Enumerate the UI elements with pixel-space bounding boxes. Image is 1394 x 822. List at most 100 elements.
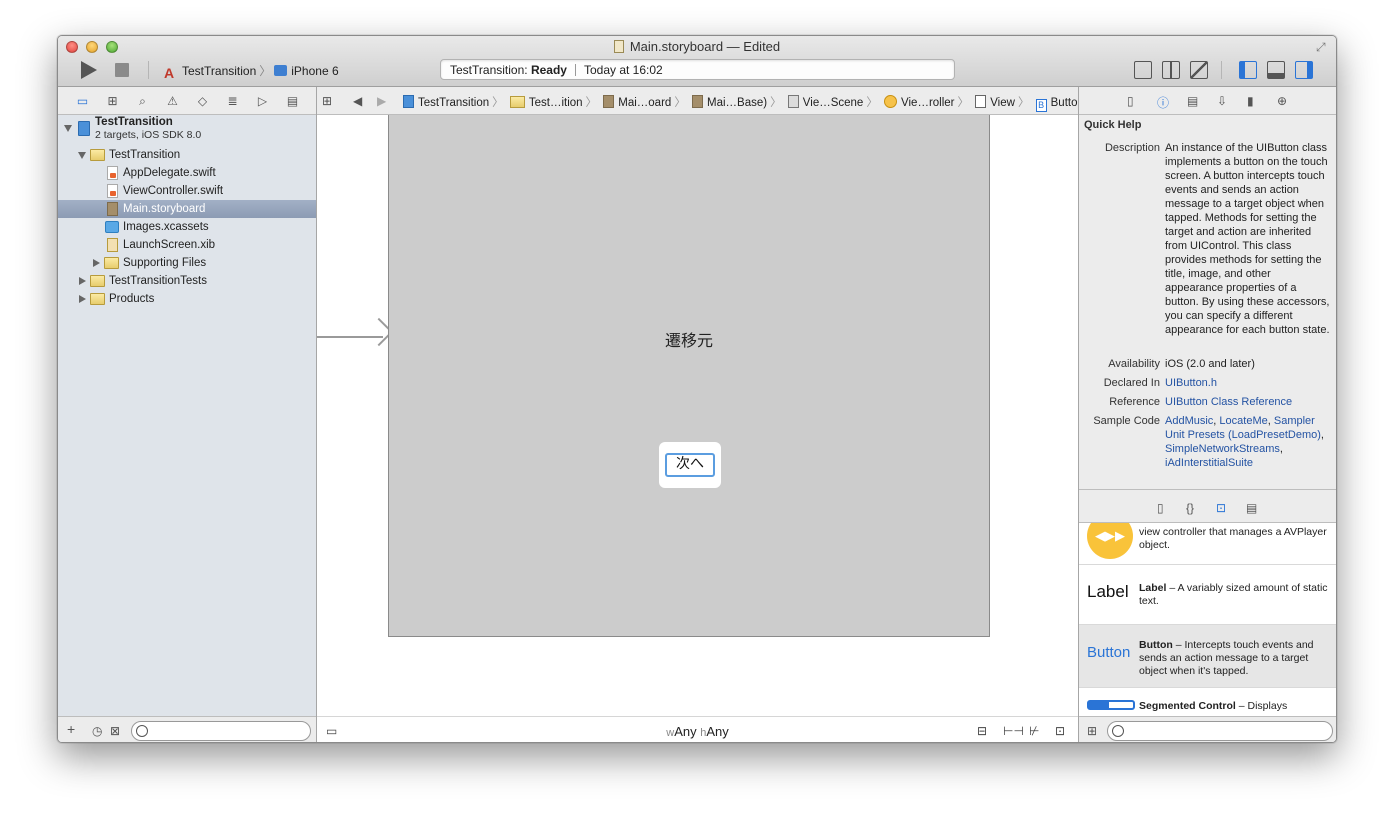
tree-row-file[interactable]: AppDelegate.swift — [58, 164, 316, 182]
identity-inspector-icon[interactable]: ▤ — [1187, 94, 1198, 108]
swift-file-icon — [107, 184, 118, 198]
sample-link[interactable]: SimpleNetworkStreams — [1165, 443, 1280, 455]
object-library-icon[interactable]: ⊡ — [1216, 501, 1226, 515]
breadcrumb-item[interactable]: Mai…Base) 〉 — [692, 94, 782, 110]
label-thumb: Label — [1087, 582, 1129, 601]
resizing-icon[interactable]: ⊡ — [1055, 724, 1065, 738]
avplayer-icon: ◀▶▶ — [1087, 523, 1133, 559]
size-inspector-icon[interactable]: ▮ — [1247, 94, 1254, 108]
navigator-tabs: ▭ ⊞ ⌕ ⚠ ◇ ≣ ▷ ▤ — [58, 87, 316, 115]
titlebar: Main.storyboard — Edited ⤢ A TestTransiti… — [58, 36, 1336, 87]
breadcrumb-item[interactable]: Vie…roller 〉 — [884, 94, 969, 110]
breadcrumb-item[interactable]: Mai…oard 〉 — [603, 94, 686, 110]
breadcrumb-item[interactable]: TestTransition 〉 — [403, 94, 504, 110]
tree-row-folder[interactable]: Supporting Files — [58, 254, 316, 272]
fullscreen-icon[interactable]: ⤢ — [1316, 40, 1330, 54]
tree-row-folder[interactable]: TestTransitionTests — [58, 272, 316, 290]
forward-arrow-icon[interactable]: ▶ — [377, 94, 386, 108]
recent-files-icon[interactable]: ◷ — [92, 724, 102, 738]
interface-builder-editor: ⊞ ◀ ▶ TestTransition 〉 Test…ition 〉 Mai…oa… — [317, 87, 1084, 742]
library-filter-bar: ⊞ — [1079, 716, 1336, 742]
tree-row-folder[interactable]: Products — [58, 290, 316, 308]
sample-link[interactable]: AddMusic — [1165, 415, 1213, 427]
assistant-editor-icon[interactable] — [1162, 61, 1180, 79]
disclosure-right-icon[interactable] — [79, 295, 86, 303]
tree-row-file-selected[interactable]: Main.storyboard — [58, 200, 316, 218]
search-icon[interactable]: ⌕ — [135, 94, 150, 108]
log-icon[interactable]: ▤ — [285, 94, 300, 108]
folder-icon — [90, 149, 105, 161]
tree-row-project[interactable]: TestTransition 2 targets, iOS SDK 8.0 — [58, 115, 316, 143]
grid-view-icon[interactable]: ⊞ — [1087, 724, 1097, 738]
document-icon — [613, 40, 624, 53]
library-tabs: ▯ {} ⊡ ▤ — [1079, 489, 1336, 523]
size-class-control[interactable]: wAny hAny — [317, 724, 1078, 739]
storyboard-canvas[interactable]: 遷移元 次へ — [317, 115, 1078, 716]
pin-icon[interactable]: ⊢⊣ — [1003, 724, 1024, 738]
library-item-button[interactable]: Button Button – Intercepts touch events … — [1079, 625, 1336, 688]
app-target-icon: A — [164, 65, 175, 81]
storyboard-file-icon — [692, 95, 704, 108]
breakpoint-icon[interactable]: ▷ — [255, 94, 270, 108]
view-controller-scene[interactable]: 遷移元 次へ — [388, 115, 990, 637]
navigator-toggle-icon[interactable] — [1239, 61, 1257, 79]
sample-link[interactable]: iAdInterstitialSuite — [1165, 457, 1253, 469]
declared-in-link[interactable]: UIButton.h — [1165, 377, 1217, 389]
toolbar-divider — [1221, 61, 1222, 79]
reference-link[interactable]: UIButton Class Reference — [1165, 396, 1292, 408]
attributes-inspector-icon[interactable]: ⇩ — [1217, 94, 1227, 108]
align-icon[interactable]: ⊟ — [977, 724, 987, 738]
quick-help-title: Quick Help — [1084, 119, 1142, 131]
version-editor-icon[interactable] — [1190, 61, 1208, 79]
scene-label[interactable]: 遷移元 — [389, 327, 989, 351]
debug-area-toggle-icon[interactable] — [1267, 61, 1285, 79]
code-snippet-icon[interactable]: {} — [1186, 501, 1194, 515]
tree-row-file[interactable]: LaunchScreen.xib — [58, 236, 316, 254]
selected-button-frame[interactable]: 次へ — [659, 442, 721, 488]
file-inspector-icon[interactable]: ▯ — [1127, 94, 1134, 108]
next-button[interactable]: 次へ — [665, 453, 715, 477]
breadcrumb-item[interactable]: Vie…Scene 〉 — [787, 94, 878, 110]
tree-row-folder[interactable]: TestTransition — [58, 146, 316, 164]
disclosure-right-icon[interactable] — [93, 259, 100, 267]
standard-editor-icon[interactable] — [1134, 61, 1152, 79]
filter-icon — [1112, 725, 1124, 737]
tree-row-file[interactable]: ViewController.swift — [58, 182, 316, 200]
library-item-label[interactable]: Label Label – A variably sized amount of… — [1079, 565, 1336, 625]
library-filter-input[interactable] — [1107, 721, 1333, 741]
xib-file-icon — [107, 238, 118, 252]
swift-file-icon — [107, 166, 118, 180]
tree-row-file[interactable]: Images.xcassets — [58, 218, 316, 236]
resolve-issues-icon[interactable]: ⊬ — [1029, 724, 1039, 738]
quick-help-icon[interactable]: ⓘ — [1157, 94, 1169, 111]
navigator-filter-input[interactable] — [131, 721, 311, 741]
breadcrumb-item[interactable]: Test…ition 〉 — [509, 94, 597, 110]
breadcrumb-item[interactable]: View 〉 — [975, 94, 1029, 110]
stop-button[interactable] — [115, 63, 129, 77]
scm-status-icon[interactable]: ⊠ — [110, 724, 120, 738]
disclosure-right-icon[interactable] — [79, 277, 86, 285]
library-item-avplayer[interactable]: ◀▶▶ view controller that manages a AVPla… — [1079, 523, 1336, 565]
sample-link[interactable]: LocateMe — [1219, 415, 1267, 427]
library-item-segmented-control[interactable]: Segmented Control – Displays — [1079, 688, 1336, 716]
folder-icon[interactable]: ▭ — [75, 94, 90, 108]
debug-icon[interactable]: ≣ — [225, 94, 240, 108]
scheme-selector[interactable]: A TestTransition 〉 iPhone 6 — [164, 62, 339, 80]
run-button[interactable] — [81, 61, 97, 79]
connections-inspector-icon[interactable]: ⊕ — [1277, 94, 1287, 108]
project-navigator: ▭ ⊞ ⌕ ⚠ ◇ ≣ ▷ ▤ TestTransition 2 targets… — [58, 87, 317, 742]
add-file-button[interactable]: + — [67, 721, 75, 737]
file-template-icon[interactable]: ▯ — [1157, 501, 1164, 515]
project-icon — [403, 95, 414, 108]
folder-icon — [90, 293, 105, 305]
hierarchy-icon[interactable]: ⊞ — [105, 94, 120, 108]
breadcrumb-item[interactable]: B Button — [1035, 97, 1084, 112]
utilities-toggle-icon[interactable] — [1295, 61, 1313, 79]
disclosure-down-icon[interactable] — [78, 152, 86, 159]
back-arrow-icon[interactable]: ◀ — [353, 94, 362, 108]
test-icon[interactable]: ◇ — [195, 94, 210, 108]
disclosure-down-icon[interactable] — [64, 125, 72, 132]
media-library-icon[interactable]: ▤ — [1246, 501, 1257, 515]
related-items-icon[interactable]: ⊞ — [322, 94, 332, 108]
warning-icon[interactable]: ⚠ — [165, 94, 180, 108]
